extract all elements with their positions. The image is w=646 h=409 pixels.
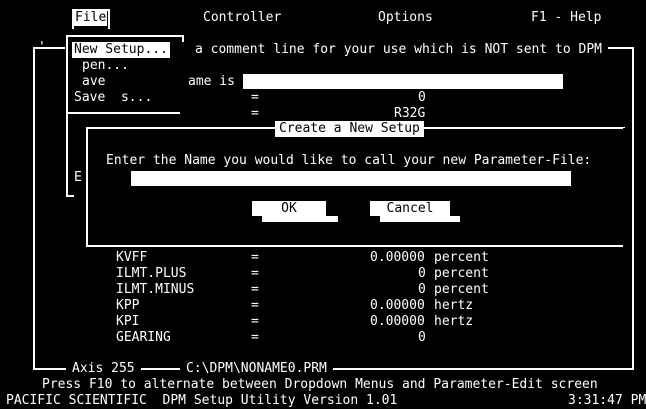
name-label: ame is [188,74,235,89]
param-equals: = [251,266,259,281]
param-unit: hertz [434,314,474,329]
param-unit: percent [434,250,489,265]
row2-value[interactable]: R32G [394,106,425,122]
menu-item-save-as[interactable]: Save s... [74,90,152,106]
param-unit: percent [434,266,489,281]
dialog-title: Create a New Setup [275,121,424,137]
menu-item-exit[interactable]: E [74,170,82,186]
dialog-shadow [623,128,631,250]
dialog-prompt: Enter the Name you would like to call yo… [106,153,592,168]
product-name: PACIFIC SCIENTIFIC DPM Setup Utility Ver… [6,393,398,408]
param-equals: = [251,330,259,345]
param-equals: = [251,314,259,329]
cancel-button[interactable]: Cancel [370,201,450,216]
menu-options[interactable]: Options [378,10,433,26]
param-value[interactable]: 0 [418,330,426,346]
cancel-button-shadow [380,216,460,222]
parameter-file-name-input[interactable] [131,171,571,186]
comment-marker: ' [38,40,46,55]
param-name: ILMT.PLUS [116,266,187,281]
menu-controller[interactable]: Controller [203,10,281,26]
param-value[interactable]: 0.00000 [370,298,425,314]
param-unit: hertz [434,298,474,313]
param-equals: = [251,250,259,265]
comment-line-text: a comment line for your use which is NOT… [195,42,602,57]
axis-indicator: Axis 255 [66,361,141,377]
param-value[interactable]: 0 [418,266,426,282]
clock: 3:31:47 PM [568,393,646,408]
menu-separator [68,112,180,114]
param-equals: = [251,298,259,313]
param-value[interactable]: 0.00000 [370,314,425,330]
param-value[interactable]: 0 [418,282,426,298]
param-name: KPP [116,298,140,313]
create-setup-dialog [86,127,625,247]
help-hint: Press F10 to alternate between Dropdown … [42,377,598,392]
menu-item-new-setup[interactable]: New Setup... [72,42,170,58]
row1-value[interactable]: 0 [418,90,426,106]
row2-equals: = [251,106,259,121]
menu-file[interactable]: File [74,10,108,26]
param-equals: = [251,282,259,297]
file-path: C:\DPM\NONAME0.PRM [180,361,333,377]
param-name: GEARING [116,330,171,345]
menu-item-save[interactable]: ave [82,74,105,90]
row1-equals: = [251,90,259,105]
menu-help[interactable]: F1 - Help [531,10,601,26]
name-field[interactable] [243,74,563,89]
ok-button[interactable]: OK [252,201,326,216]
ok-button-shadow [262,216,338,222]
param-name: KVFF [116,250,148,265]
param-value[interactable]: 0.00000 [370,250,425,266]
param-name: ILMT.MINUS [116,282,195,297]
menu-item-open[interactable]: pen... [82,58,129,74]
param-unit: percent [434,282,489,297]
param-name: KPI [116,314,140,329]
